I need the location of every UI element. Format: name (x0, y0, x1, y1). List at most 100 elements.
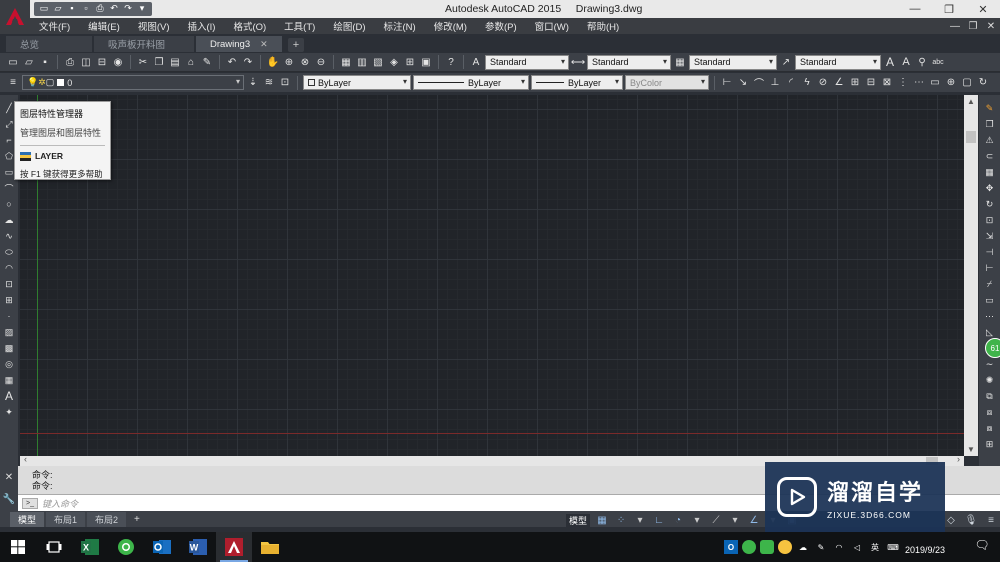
quickcalc-icon[interactable]: ▣ (419, 55, 433, 69)
make-current-icon[interactable]: ⇣ (246, 76, 260, 90)
3d-print-icon[interactable]: ◉ (111, 55, 125, 69)
blend-icon[interactable]: ∼ (983, 357, 997, 371)
snap-dropdown-icon[interactable]: ▾ (633, 513, 647, 527)
inspection-icon[interactable]: ▢ (960, 76, 974, 90)
wechat-tray-icon[interactable] (760, 540, 774, 554)
save-icon[interactable]: ▪ (66, 2, 78, 14)
help-icon[interactable]: ? (444, 55, 458, 69)
arc-length-icon[interactable]: ⌒ (752, 76, 766, 90)
action-center-icon[interactable]: 🗨 (972, 538, 992, 556)
radius-dim-icon[interactable]: ◜ (784, 76, 798, 90)
tool-palettes-icon[interactable]: ▧ (371, 55, 385, 69)
copy-icon[interactable]: ❐ (152, 55, 166, 69)
hardware-acceleration-icon[interactable]: 🎙 (964, 513, 978, 527)
cloud-tray-icon[interactable]: ☁ (796, 540, 810, 554)
taskbar-autocad[interactable] (216, 532, 252, 562)
color-control-select[interactable]: ByLayer ▾ (303, 75, 411, 90)
tab-model[interactable]: 模型 (10, 511, 45, 527)
add-selected-icon[interactable]: ✦ (2, 405, 16, 419)
taskbar-excel[interactable]: X (72, 532, 108, 562)
customize-command-icon[interactable]: 🔧 (3, 494, 15, 505)
minimize-button[interactable]: — (898, 0, 932, 18)
quick-dim-icon[interactable]: ⊞ (848, 76, 862, 90)
dim-space-icon[interactable]: ⋮ (896, 76, 910, 90)
pen-tray-icon[interactable]: ✎ (814, 540, 828, 554)
doc-restore-button[interactable]: ❐ (964, 21, 982, 32)
rotate-icon[interactable]: ↻ (983, 197, 997, 211)
menu-modify[interactable]: 修改(M) (425, 19, 476, 33)
properties-icon[interactable]: ▦ (339, 55, 353, 69)
dim-update-icon[interactable]: ↻ (976, 76, 990, 90)
linear-dim-icon[interactable]: ⊢ (720, 76, 734, 90)
plot-icon[interactable]: ⎙ (94, 2, 106, 14)
draw-order-icon[interactable]: ⧉ (983, 389, 997, 403)
menu-insert[interactable]: 插入(I) (178, 19, 224, 33)
tolerance-icon[interactable]: ▭ (928, 76, 942, 90)
region-icon[interactable]: ◎ (2, 357, 16, 371)
preview-icon[interactable]: ◫ (79, 55, 93, 69)
isodraft-icon[interactable]: ⟋ (709, 513, 723, 527)
continue-dim-icon[interactable]: ⊠ (880, 76, 894, 90)
linetype-control-select[interactable]: ByLayer ▾ (413, 75, 529, 90)
baseline-dim-icon[interactable]: ⊟ (864, 76, 878, 90)
design-center-icon[interactable]: ▥ (355, 55, 369, 69)
qat-dropdown-icon[interactable]: ▾ (136, 2, 148, 14)
menu-window[interactable]: 窗口(W) (526, 19, 578, 33)
menu-edit[interactable]: 编辑(E) (79, 19, 129, 33)
drawing-canvas[interactable] (20, 95, 964, 456)
explode-icon[interactable]: ✺ (983, 373, 997, 387)
mtext-icon[interactable]: A (2, 389, 16, 403)
redo-icon[interactable]: ↷ (122, 2, 134, 14)
taskbar-outlook[interactable] (144, 532, 180, 562)
find-icon[interactable]: ⚲ (915, 55, 929, 69)
zoom-previous-icon[interactable]: ⊖ (314, 55, 328, 69)
scrollbar-thumb[interactable] (966, 131, 976, 143)
menu-dimension[interactable]: 标注(N) (375, 19, 425, 33)
wifi-icon[interactable]: ◠ (832, 540, 846, 554)
ordinate-dim-icon[interactable]: ⊥ (768, 76, 782, 90)
spline-icon[interactable]: ∿ (2, 229, 16, 243)
move-icon[interactable]: ✥ (983, 181, 997, 195)
isodraft-dropdown-icon[interactable]: ▾ (728, 513, 742, 527)
publish-icon[interactable]: ⊟ (95, 55, 109, 69)
sheet-set-icon[interactable]: ◈ (387, 55, 401, 69)
snap-icon[interactable]: ⁘ (614, 513, 628, 527)
trim-icon[interactable]: ⊣ (983, 245, 997, 259)
taskbar-file-explorer[interactable] (252, 532, 288, 562)
layer-select[interactable]: 💡 ✲ ▢ 0 ▾ (22, 75, 244, 90)
scroll-down-icon[interactable]: ▼ (964, 445, 978, 454)
task-view-button[interactable] (36, 532, 72, 562)
restore-button[interactable]: ❐ (932, 0, 966, 18)
revision-cloud-icon[interactable]: ☁ (2, 213, 16, 227)
open-icon[interactable]: ▱ (22, 55, 36, 69)
pan-icon[interactable]: ✋ (266, 55, 280, 69)
doc-close-button[interactable]: ✕ (982, 21, 1000, 32)
keyboard-icon[interactable]: ⌨ (886, 540, 900, 554)
scroll-right-icon[interactable]: › (957, 454, 960, 464)
open-icon[interactable]: ▱ (52, 2, 64, 14)
aligned-dim-icon[interactable]: ↘ (736, 76, 750, 90)
taskbar-browser[interactable] (108, 532, 144, 562)
polar-icon[interactable]: ◔ (671, 513, 685, 527)
volume-icon[interactable]: ◁ (850, 540, 864, 554)
menu-format[interactable]: 格式(O) (224, 19, 275, 33)
command-prompt-icon[interactable]: >_ (22, 497, 38, 509)
zoom-realtime-icon[interactable]: ⊕ (282, 55, 296, 69)
menu-draw[interactable]: 绘图(D) (324, 19, 374, 33)
qq-tray-icon[interactable] (778, 540, 792, 554)
save-as-icon[interactable]: ▫ (80, 2, 92, 14)
copy-object-icon[interactable]: ❐ (983, 117, 997, 131)
plot-icon[interactable]: ⎙ (63, 55, 77, 69)
markup-icon[interactable]: ⊞ (403, 55, 417, 69)
diameter-dim-icon[interactable]: ⊘ (816, 76, 830, 90)
customization-icon[interactable]: ≡ (984, 513, 998, 527)
mirror-icon[interactable]: ⚠ (983, 133, 997, 147)
menu-tools[interactable]: 工具(T) (275, 19, 324, 33)
lineweight-control-select[interactable]: ByLayer ▾ (531, 75, 623, 90)
taskbar-word[interactable]: W (180, 532, 216, 562)
break-icon[interactable]: ▭ (983, 293, 997, 307)
start-button[interactable] (0, 532, 36, 562)
cut-icon[interactable]: ✂ (136, 55, 150, 69)
menu-file[interactable]: 文件(F) (30, 19, 79, 33)
scale-icon[interactable]: ⊡ (983, 213, 997, 227)
